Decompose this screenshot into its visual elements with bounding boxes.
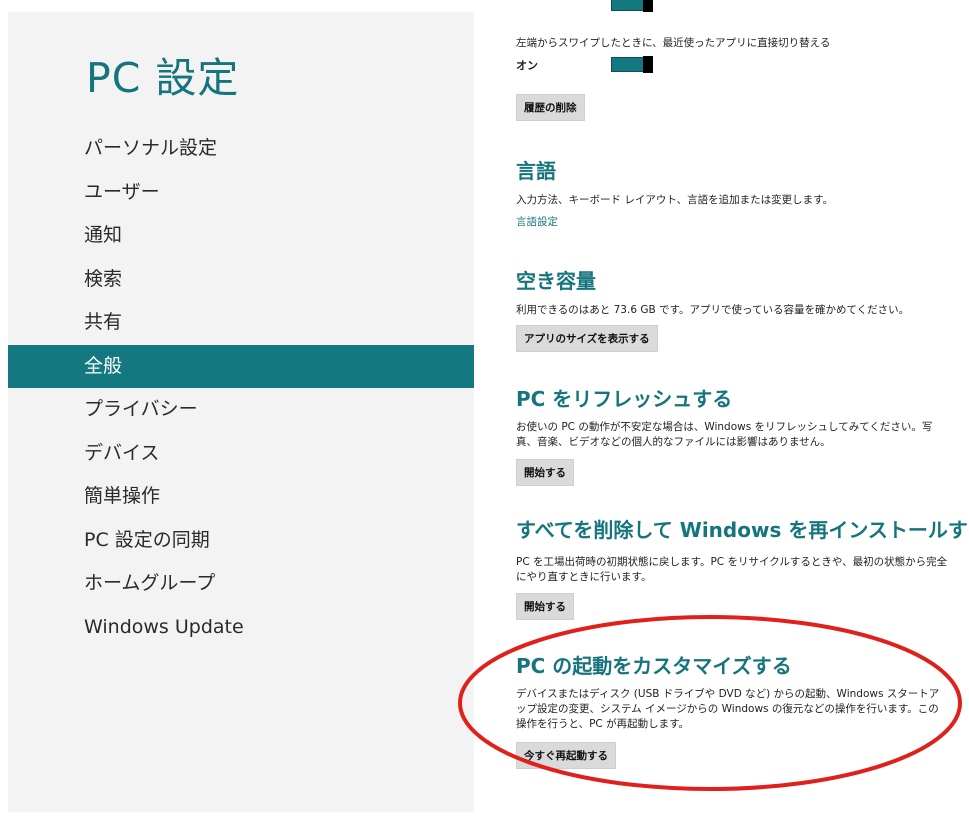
- nav-item-general[interactable]: 全般: [8, 344, 474, 388]
- toggle-thumb: [643, 56, 653, 73]
- nav-item-sync-settings[interactable]: PC 設定の同期: [8, 519, 474, 563]
- show-app-sizes-button[interactable]: アプリのサイズを表示する: [516, 325, 658, 352]
- refresh-section-title: PC をリフレッシュする: [516, 387, 733, 411]
- nav-item-personalize[interactable]: パーソナル設定: [8, 127, 474, 171]
- nav-item-ease-of-access[interactable]: 簡単操作: [8, 475, 474, 519]
- page-title: PC 設定: [86, 54, 240, 102]
- general-settings-pane: 左端からスワイプしたときに、最近使ったアプリに直接切り替える オン 履歴の削除 …: [474, 0, 969, 823]
- previous-toggle-switch[interactable]: [611, 0, 653, 12]
- refresh-description: お使いの PC の動作が不安定な場合は、Windows をリフレッシュしてみてく…: [516, 421, 933, 448]
- language-settings-link[interactable]: 言語設定: [516, 214, 558, 229]
- language-description: 入力方法、キーボード レイアウト、言語を追加または変更します。: [516, 194, 834, 206]
- nav-item-devices[interactable]: デバイス: [8, 432, 474, 476]
- app-switch-toggle-state: オン: [516, 59, 538, 72]
- nav-item-notifications[interactable]: 通知: [8, 214, 474, 258]
- advanced-startup-description: デバイスまたはディスク (USB ドライブや DVD など) からの起動、Win…: [516, 688, 940, 730]
- pc-settings-window: PC 設定 パーソナル設定 ユーザー 通知 検索 共有 全般 プライバシー デバ…: [0, 0, 969, 823]
- nav-item-users[interactable]: ユーザー: [8, 171, 474, 215]
- reinstall-description: PC を工場出荷時の初期状態に戻します。PC をリサイクルするときや、最初の状態…: [516, 556, 948, 583]
- reinstall-section-title: すべてを削除して Windows を再インストールする: [516, 518, 969, 542]
- reinstall-start-button[interactable]: 開始する: [516, 593, 574, 620]
- advanced-startup-section-title: PC の起動をカスタマイズする: [516, 654, 792, 678]
- refresh-start-button[interactable]: 開始する: [516, 459, 574, 486]
- settings-nav-pane: PC 設定 パーソナル設定 ユーザー 通知 検索 共有 全般 プライバシー デバ…: [8, 12, 474, 812]
- storage-section-title: 空き容量: [516, 269, 596, 293]
- storage-description: 利用できるのはあと 73.6 GB です。アプリで使っている容量を確かめてくださ…: [516, 304, 910, 316]
- nav-item-windows-update[interactable]: Windows Update: [8, 606, 474, 650]
- nav-item-share[interactable]: 共有: [8, 301, 474, 345]
- restart-now-button[interactable]: 今すぐ再起動する: [516, 742, 616, 769]
- nav-item-search[interactable]: 検索: [8, 258, 474, 302]
- nav-item-privacy[interactable]: プライバシー: [8, 388, 474, 432]
- language-section-title: 言語: [516, 159, 556, 183]
- settings-nav-list: パーソナル設定 ユーザー 通知 検索 共有 全般 プライバシー デバイス 簡単操…: [8, 127, 474, 649]
- app-switch-toggle[interactable]: [611, 56, 653, 73]
- app-switch-description: 左端からスワイプしたときに、最近使ったアプリに直接切り替える: [516, 37, 831, 49]
- nav-item-homegroup[interactable]: ホームグループ: [8, 562, 474, 606]
- clear-history-button[interactable]: 履歴の削除: [516, 94, 585, 121]
- toggle-thumb: [643, 0, 653, 12]
